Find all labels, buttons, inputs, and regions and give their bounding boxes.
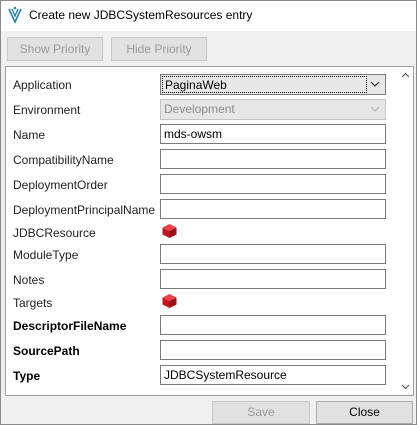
application-select[interactable]: PaginaWeb [160,74,386,95]
deployment-principal-name-label: DeploymentPrincipalName [13,203,156,217]
environment-value: Development [164,102,235,116]
name-label: Name [13,128,46,142]
properties-panel: Application PaginaWeb Environment Develo… [5,66,414,396]
environment-select[interactable]: Development [160,99,386,120]
type-input[interactable]: JDBCSystemResource [160,365,386,385]
notes-input[interactable] [160,269,386,289]
type-label: Type [13,369,41,383]
targets-label: Targets [13,296,53,310]
app-logo-icon [8,6,22,24]
scroll-up-arrow-icon[interactable] [400,70,411,81]
module-type-input[interactable] [160,244,386,264]
jdbc-resource-label: JDBCResource [13,226,96,240]
notes-label: Notes [13,273,45,287]
descriptor-file-name-label: DescriptorFileName [13,319,127,333]
chevron-down-icon[interactable] [369,103,381,115]
chevron-down-icon[interactable] [369,78,381,90]
source-path-input[interactable] [160,340,386,360]
hide-priority-button[interactable]: Hide Priority [111,37,207,61]
module-type-label: ModuleType [13,248,79,262]
name-input[interactable]: mds-owsm [160,124,386,144]
descriptor-file-name-input[interactable] [160,315,386,335]
application-value: PaginaWeb [162,76,367,93]
deployment-order-input[interactable] [160,174,386,194]
compatibility-name-label: CompatibilityName [13,153,114,167]
dialog-window: Create new JDBCSystemResources entry Sho… [0,0,417,425]
red-cube-icon[interactable] [161,223,178,239]
compatibility-name-input[interactable] [160,149,386,169]
source-path-label: SourcePath [13,344,80,358]
deployment-principal-name-input[interactable] [160,199,386,219]
red-cube-icon[interactable] [161,293,178,309]
title-bar: Create new JDBCSystemResources entry [1,1,416,31]
close-button[interactable]: Close [316,401,413,424]
show-priority-button[interactable]: Show Priority [7,37,103,61]
vertical-scrollbar[interactable] [398,67,413,395]
environment-label: Environment [13,103,81,117]
application-label: Application [13,78,72,92]
window-title: Create new JDBCSystemResources entry [29,8,253,22]
properties-form: Application PaginaWeb Environment Develo… [6,67,398,395]
deployment-order-label: DeploymentOrder [13,178,108,192]
save-button[interactable]: Save [212,401,310,424]
scroll-down-arrow-icon[interactable] [400,381,411,392]
